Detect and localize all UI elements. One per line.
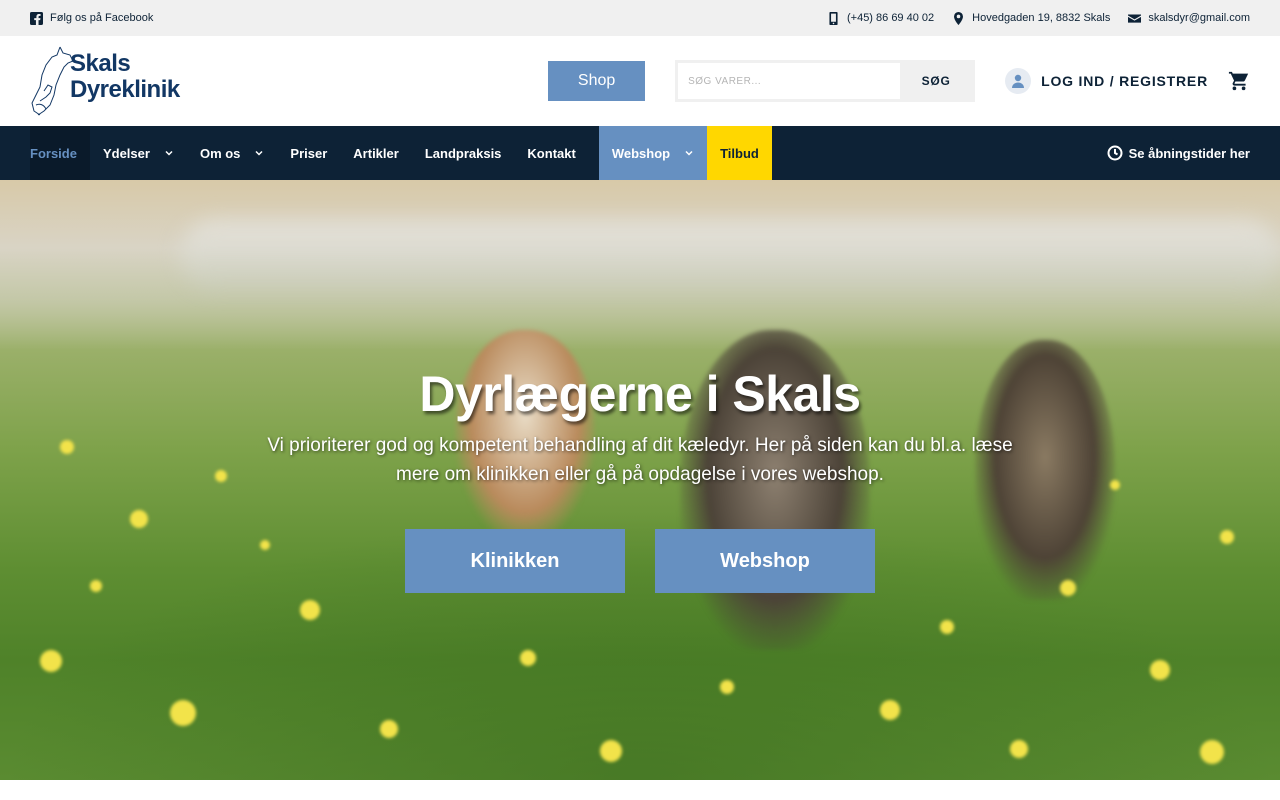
site-header: Skals Dyreklinik Shop SØG LOG IND / REGI… xyxy=(0,36,1280,126)
webshop-button[interactable]: Webshop xyxy=(655,529,875,593)
hero-title: Dyrlægerne i Skals xyxy=(419,366,861,422)
clock-icon xyxy=(1107,145,1123,161)
hero-flower xyxy=(170,700,196,726)
hero-flower xyxy=(300,600,320,620)
nav-item-webshop[interactable]: Webshop xyxy=(598,126,708,180)
hero-content: Dyrlægerne i Skals Vi prioriterer god og… xyxy=(0,365,1280,593)
nav-item-label: Om os xyxy=(199,145,241,161)
envelope-icon xyxy=(1128,13,1142,23)
site-logo[interactable]: Skals Dyreklinik xyxy=(30,45,202,117)
facebook-label: Følg os på Facebook xyxy=(50,12,154,24)
hero-subtitle: Vi prioriterer god og kompetent behandli… xyxy=(267,435,1013,485)
hero-flower xyxy=(1150,660,1170,680)
opening-hours-label: Se åbningstider her xyxy=(1128,145,1250,161)
phone-number: (+45) 86 69 40 02 xyxy=(846,12,935,24)
cart-button[interactable] xyxy=(1228,70,1250,92)
logo-line-2: Dyreklinik xyxy=(70,76,180,103)
shop-button[interactable]: Shop xyxy=(548,61,646,101)
hero-flower xyxy=(880,700,900,720)
hero-flower xyxy=(1200,740,1224,764)
nav-item-label: Artikler xyxy=(353,145,399,161)
mobile-phone-icon xyxy=(829,11,838,25)
chevron-down-icon xyxy=(165,150,173,156)
chevron-down-icon xyxy=(255,150,263,156)
clinic-button[interactable]: Klinikken xyxy=(405,529,625,593)
phone-link[interactable]: (+45) 86 69 40 02 xyxy=(827,11,935,25)
hero-flower xyxy=(40,650,62,672)
shopping-cart-icon xyxy=(1228,71,1249,91)
nav-item-landpraksis[interactable]: Landpraksis xyxy=(412,126,515,180)
address-link[interactable]: Hovedgaden 19, 8832 Skals xyxy=(952,11,1111,25)
email-link[interactable]: skalsdyr@gmail.com xyxy=(1128,12,1250,25)
nav-item-label: Forside xyxy=(30,145,77,161)
login-label: LOG IND / REGISTRER xyxy=(1041,73,1208,89)
hero-flower xyxy=(600,740,622,762)
logo-line-1: Skals xyxy=(70,50,131,77)
hero-flower xyxy=(720,680,734,694)
hero-banner: Dyrlægerne i Skals Vi prioriterer god og… xyxy=(0,180,1280,780)
nav-item-label: Kontakt xyxy=(527,145,576,161)
email-address: skalsdyr@gmail.com xyxy=(1148,12,1250,24)
search-box: SØG xyxy=(675,60,976,102)
hero-flower xyxy=(1010,740,1028,758)
logo-text: Skals Dyreklinik xyxy=(70,51,180,103)
chevron-down-icon xyxy=(685,150,693,156)
hero-flower xyxy=(380,720,398,738)
nav-item-label: Priser xyxy=(290,145,328,161)
search-button[interactable]: SØG xyxy=(900,63,972,99)
nav-item-tilbud[interactable]: Tilbud xyxy=(707,126,772,180)
avatar xyxy=(1005,68,1032,94)
main-navigation: Forside Ydelser Om os Priser Artikler La… xyxy=(0,126,1280,180)
nav-item-label: Webshop xyxy=(611,145,671,161)
opening-hours-link[interactable]: Se åbningstider her xyxy=(1107,126,1250,180)
hero-background-water xyxy=(180,220,1280,290)
search-input[interactable] xyxy=(678,63,901,99)
nav-item-kontakt[interactable]: Kontakt xyxy=(514,126,588,180)
address-text: Hovedgaden 19, 8832 Skals xyxy=(972,12,1111,24)
nav-item-ydelser[interactable]: Ydelser xyxy=(90,126,187,180)
nav-item-priser[interactable]: Priser xyxy=(277,126,340,180)
hero-buttons: Klinikken Webshop xyxy=(0,529,1280,593)
nav-item-label: Ydelser xyxy=(102,145,150,161)
nav-item-label: Landpraksis xyxy=(424,145,502,161)
facebook-icon xyxy=(30,11,43,25)
nav-item-forside[interactable]: Forside xyxy=(30,126,90,180)
facebook-link[interactable]: Følg os på Facebook xyxy=(30,11,154,25)
nav-item-artikler[interactable]: Artikler xyxy=(340,126,412,180)
hero-flower xyxy=(940,620,954,634)
map-pin-icon xyxy=(954,11,964,25)
nav-item-om-os[interactable]: Om os xyxy=(187,126,277,180)
user-icon xyxy=(1012,74,1025,88)
hero-flower xyxy=(520,650,536,666)
nav-item-label: Tilbud xyxy=(720,145,759,161)
top-info-bar: Følg os på Facebook (+45) 86 69 40 02 Ho… xyxy=(0,0,1280,36)
login-register-link[interactable]: LOG IND / REGISTRER xyxy=(1005,68,1208,94)
